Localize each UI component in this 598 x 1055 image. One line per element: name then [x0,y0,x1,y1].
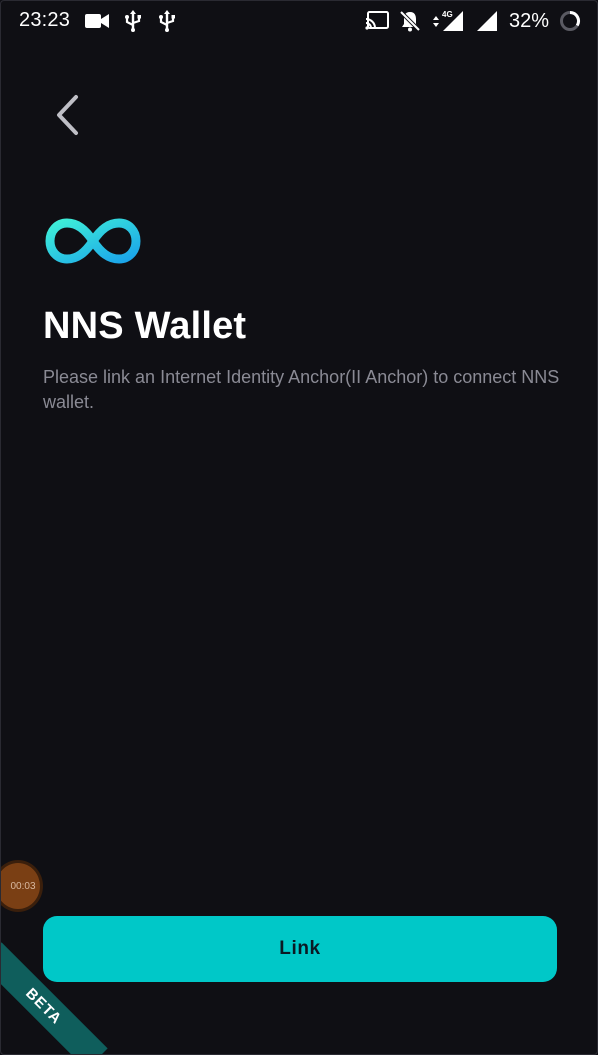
page-description: Please link an Internet Identity Anchor(… [43,367,560,412]
chevron-left-icon [54,94,80,136]
cast-icon [365,11,389,31]
beta-label: BETA [22,984,66,1028]
app-screen: 23:23 4G 32% NNS Wallet Please link an I… [0,0,598,1055]
recording-timer: 00:03 [10,880,36,892]
battery-percent: 32% [508,9,549,32]
network-type-text: 4G [442,10,453,19]
usb-icon [123,10,143,32]
status-left-icons [85,10,177,32]
notifications-off-icon [399,10,421,32]
signal-strength-icon [475,9,499,33]
screen-recording-bubble[interactable]: 00:03 [1,860,43,912]
status-time: 23:23 [19,9,71,31]
signal-4g-icon: 4G [431,9,465,33]
usb-icon-secondary [157,10,177,32]
status-right-icons: 4G 32% [365,9,581,33]
status-bar: 23:23 4G 32% [1,1,597,41]
video-camera-icon [85,12,109,30]
back-button[interactable] [45,89,89,141]
infinity-logo-icon [45,215,141,267]
page-title: NNS Wallet [43,305,247,347]
link-button[interactable]: Link [43,916,557,982]
battery-ring-icon [559,10,581,32]
